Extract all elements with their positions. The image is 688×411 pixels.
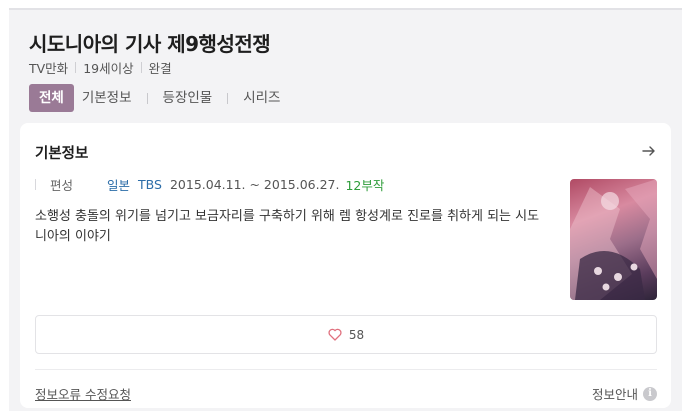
page-title: 시도니아의 기사 제9행성전쟁: [29, 32, 271, 56]
tab-basic-info[interactable]: 기본정보: [74, 84, 140, 112]
info-guide-label: 정보안내: [591, 387, 638, 402]
info-marker: [35, 178, 36, 190]
tab-divider: [227, 92, 229, 104]
meta-divider: [140, 62, 142, 73]
meta-genre: TV만화: [29, 61, 69, 76]
heart-outline-icon: [328, 328, 342, 341]
meta-age-rating: 19세이상: [83, 61, 134, 76]
tab-series[interactable]: 시리즈: [235, 84, 288, 112]
episode-count: 12부작: [345, 177, 385, 193]
divider: [35, 369, 657, 370]
like-count: 58: [348, 327, 365, 342]
tab-bar: 전체 기본정보 등장인물 시리즈: [29, 84, 288, 112]
arrow-right-icon[interactable]: [641, 143, 657, 159]
report-error-link[interactable]: 정보오류 수정요청: [35, 384, 131, 403]
synopsis-text: 소행성 충돌의 위기를 넘기고 보금자리를 구축하기 위해 렘 항성계로 진로를…: [35, 209, 540, 244]
tab-divider: [146, 92, 148, 104]
country-link[interactable]: 일본: [107, 175, 130, 194]
meta-divider: [75, 62, 77, 73]
content-panel: 시도니아의 기사 제9행성전쟁 TV만화 19세이상 완결 전체 기본정보 등장…: [9, 8, 682, 411]
tab-characters[interactable]: 등장인물: [155, 84, 221, 112]
poster-image[interactable]: [570, 179, 657, 300]
card-title: 기본정보: [35, 146, 89, 162]
broadcast-label: 편성: [50, 177, 74, 193]
broadcast-info: 편성 일본 TBS 2015.04.11. ~ 2015.06.27. 12부작: [35, 175, 384, 193]
like-button[interactable]: 58: [35, 315, 657, 354]
tab-all[interactable]: 전체: [29, 84, 74, 112]
channel-link[interactable]: TBS: [138, 177, 162, 192]
poster-artwork: [570, 179, 657, 300]
broadcast-dates: 2015.04.11. ~ 2015.06.27.: [169, 176, 340, 192]
title-meta: TV만화 19세이상 완결: [29, 58, 172, 77]
basic-info-card: 기본정보 편성 일본 TBS 2015.04.11. ~ 2015.06.27.…: [20, 123, 671, 408]
meta-status: 완결: [148, 61, 172, 76]
info-icon: i: [643, 386, 657, 401]
info-guide-link[interactable]: 정보안내 i: [592, 384, 657, 403]
